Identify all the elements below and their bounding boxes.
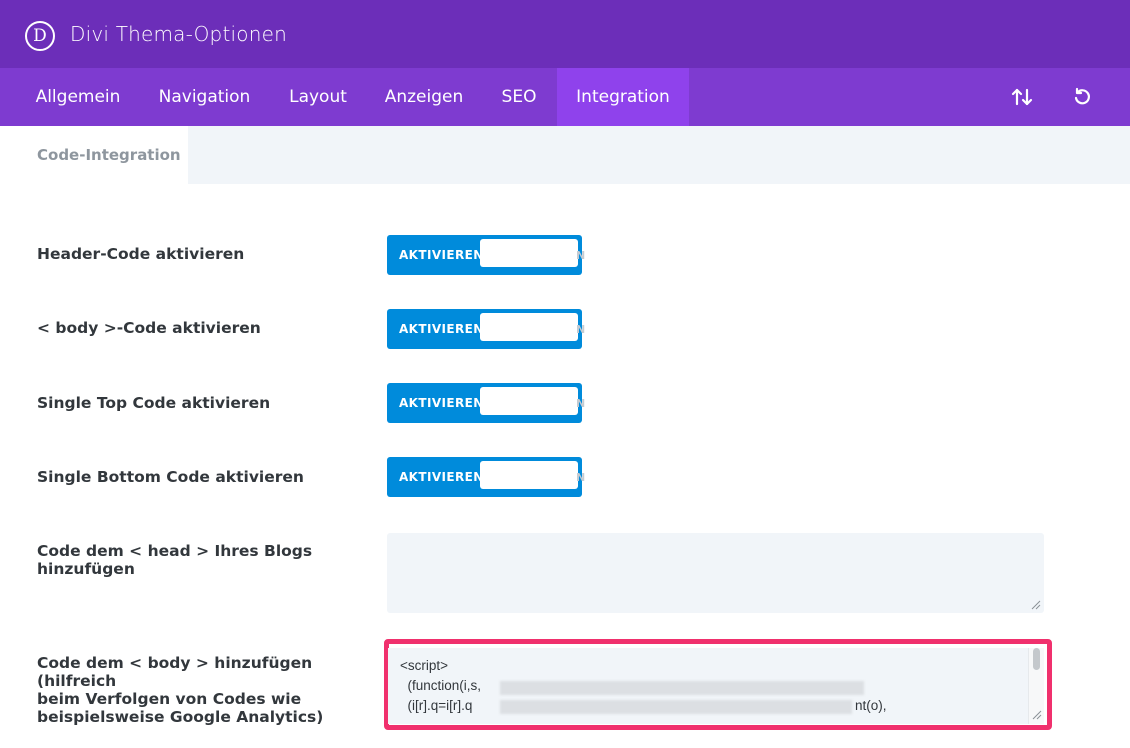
resize-grip-icon[interactable] <box>1032 710 1042 720</box>
toggle-label: AKTIVIEREN <box>399 248 484 262</box>
toggle-label: AKTIVIEREN <box>399 322 484 336</box>
single-bottom-code-toggle[interactable]: AKTIVIEREN <box>387 457 582 497</box>
tab-seo[interactable]: SEO <box>482 68 556 126</box>
tab-anzeigen[interactable]: Anzeigen <box>366 68 482 126</box>
divi-logo-icon: D <box>25 21 55 51</box>
code-line: <script> <box>400 658 449 673</box>
body-code-label: < body >-Code aktivieren <box>37 319 261 337</box>
resize-grip-icon[interactable] <box>1031 600 1041 610</box>
body-code-toggle[interactable]: AKTIVIEREN <box>387 309 582 349</box>
single-top-code-label: Single Top Code aktivieren <box>37 394 271 412</box>
subtab-code-integration[interactable]: Code-Integration <box>0 126 188 184</box>
toggle-label: AKTIVIEREN <box>399 396 484 410</box>
title-bar: D Divi Thema-Optionen <box>0 0 1130 68</box>
redacted-code <box>500 681 864 695</box>
code-line: (function(i,s, <box>400 678 482 693</box>
tab-allgemein[interactable]: Allgemein <box>18 68 138 126</box>
toggle-knob <box>480 313 578 341</box>
toggle-knob <box>480 461 578 489</box>
head-code-textarea[interactable] <box>387 533 1044 613</box>
code-line: (i[r].q=i[r].q <box>400 698 473 713</box>
toggle-hidden-text: N <box>576 397 586 410</box>
header-code-label: Header-Code aktivieren <box>37 245 245 263</box>
toggle-hidden-text: N <box>576 323 586 336</box>
toggle-hidden-text: N <box>576 249 586 262</box>
body-code-textarea-label: Code dem < body > hinzufügen (hilfreich … <box>37 654 357 726</box>
redacted-code <box>500 700 852 714</box>
sort-arrows-icon[interactable] <box>1002 68 1042 126</box>
header-code-toggle[interactable]: AKTIVIEREN <box>387 235 582 275</box>
tab-layout[interactable]: Layout <box>270 68 366 126</box>
reset-icon[interactable] <box>1062 68 1102 126</box>
toggle-knob <box>480 387 578 415</box>
sub-tab-bar: Code-Integration <box>0 126 1130 184</box>
body-code-label-line: beispielsweise Google Analytics) <box>37 708 324 726</box>
page-title: Divi Thema-Optionen <box>70 22 287 46</box>
code-line: nt(o), <box>855 698 887 713</box>
head-code-label-line: Code dem < head > Ihres Blogs <box>37 542 313 560</box>
toggle-knob <box>480 239 578 267</box>
tab-navigation[interactable]: Navigation <box>139 68 270 126</box>
tab-integration[interactable]: Integration <box>557 68 689 126</box>
head-code-label-line: hinzufügen <box>37 560 135 578</box>
scrollbar-thumb[interactable] <box>1033 648 1040 670</box>
body-code-label-line: beim Verfolgen von Codes wie <box>37 690 302 708</box>
single-bottom-code-label: Single Bottom Code aktivieren <box>37 468 304 486</box>
body-code-label-line: Code dem < body > hinzufügen (hilfreich <box>37 654 313 690</box>
toggle-hidden-text: N <box>576 471 586 484</box>
single-top-code-toggle[interactable]: AKTIVIEREN <box>387 383 582 423</box>
body-code-textarea[interactable]: <script> (function(i,s, (i[r].q=i[r].q n… <box>388 648 1044 724</box>
head-code-label: Code dem < head > Ihres Blogs hinzufügen <box>37 542 357 578</box>
toggle-label: AKTIVIEREN <box>399 470 484 484</box>
main-tab-bar: Allgemein Navigation Layout Anzeigen SEO… <box>0 68 1130 126</box>
